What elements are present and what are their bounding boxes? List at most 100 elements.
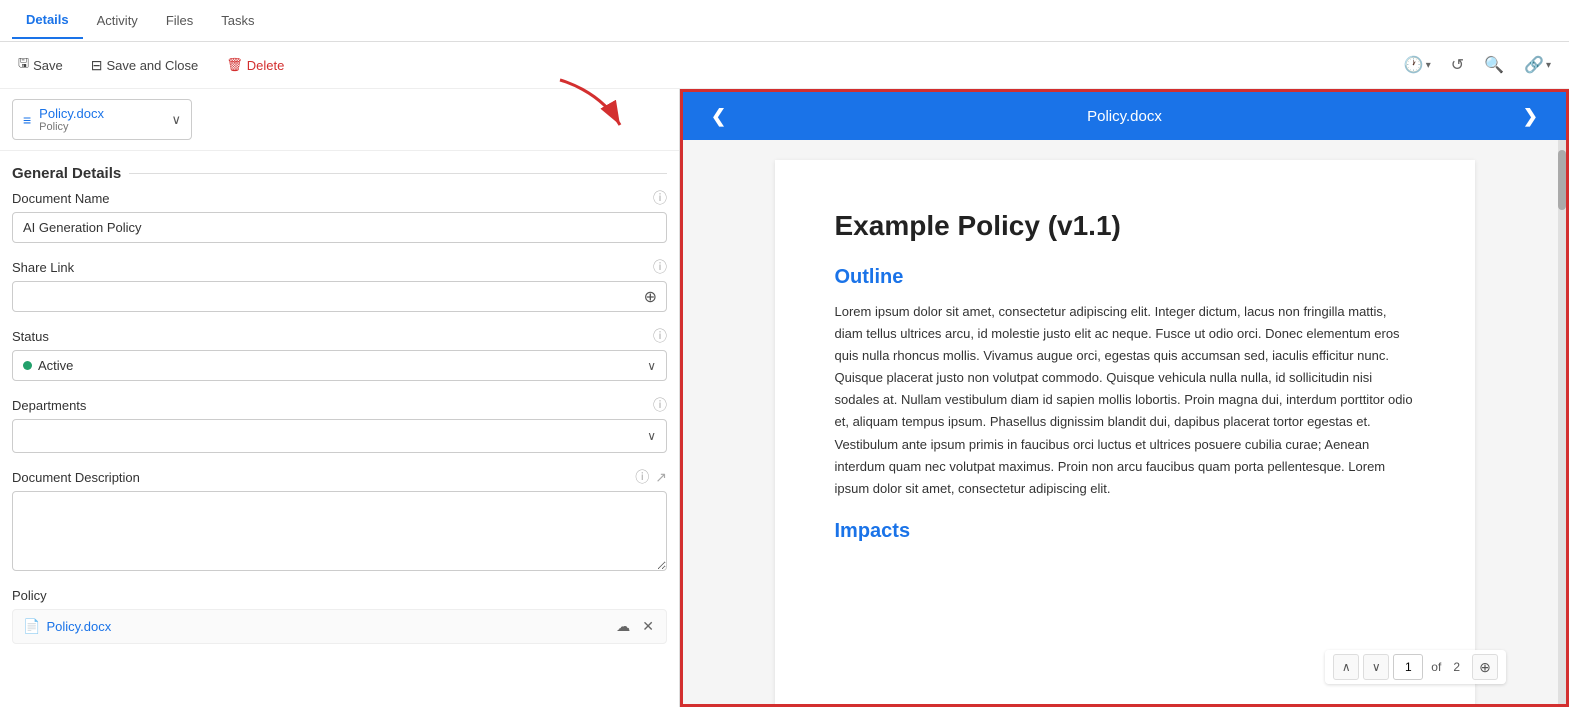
page-total-label: 2 — [1449, 660, 1464, 674]
status-field-group: Status ⓘ Active ∨ — [12, 326, 667, 381]
policy-remove-icon[interactable]: ✕ — [640, 616, 656, 637]
top-tabs: Details Activity Files Tasks — [0, 0, 1569, 42]
doc-outline-heading: Outline — [835, 266, 1415, 289]
save-button[interactable]: 🖫 Save — [12, 50, 69, 80]
link-chevron: ▾ — [1546, 60, 1551, 71]
history-chevron: ▾ — [1426, 60, 1431, 71]
document-name-info-icon[interactable]: ⓘ — [653, 188, 667, 208]
share-link-input[interactable] — [12, 281, 667, 312]
toolbar: 🖫 Save ⊟ Save and Close 🗑 Delete 🕐 ▾ ↺ 🔍… — [0, 42, 1569, 89]
departments-info-icon[interactable]: ⓘ — [653, 395, 667, 415]
policy-file-icon: 📄 — [23, 618, 40, 635]
doc-selector-title: Policy.docx — [39, 106, 163, 121]
status-chevron-icon: ∨ — [647, 359, 656, 373]
doc-page: Example Policy (v1.1) Outline Lorem ipsu… — [775, 160, 1475, 704]
departments-chevron-icon: ∨ — [647, 429, 656, 443]
policy-header: Policy — [12, 588, 667, 603]
save-and-close-label: Save and Close — [106, 58, 198, 73]
departments-label-row: Departments ⓘ — [12, 395, 667, 415]
doc-viewer-header: ❮ Policy.docx ❯ — [683, 92, 1566, 140]
doc-next-button[interactable]: ❯ — [1515, 102, 1546, 131]
document-name-label: Document Name — [12, 191, 110, 206]
history-icon: 🕐 — [1404, 55, 1424, 75]
status-label-row: Status ⓘ — [12, 326, 667, 346]
document-description-expand-icon[interactable]: ↗ — [655, 469, 667, 486]
document-description-info-icon[interactable]: ⓘ — [635, 467, 649, 487]
document-description-label-row: Document Description ⓘ ↗ — [12, 467, 667, 487]
status-text-label: Active — [38, 358, 73, 373]
share-link-info-icon[interactable]: ⓘ — [653, 257, 667, 277]
general-details-section-title: General Details — [0, 151, 679, 188]
page-up-button[interactable]: ∧ — [1333, 654, 1359, 680]
main-layout: ≡ Policy.docx Policy ∨ General Details D… — [0, 89, 1569, 707]
doc-viewer-panel: ❮ Policy.docx ❯ Example Policy (v1.1) Ou… — [680, 89, 1569, 707]
document-name-field-group: Document Name ⓘ — [12, 188, 667, 243]
policy-file-actions: ☁ ✕ — [614, 616, 656, 637]
form-section: Document Name ⓘ Share Link ⓘ ⊕ S — [0, 188, 679, 574]
doc-page-title: Example Policy (v1.1) — [835, 210, 1415, 242]
share-link-wrap: ⊕ — [12, 281, 667, 312]
save-close-icon: ⊟ — [91, 57, 103, 74]
tab-activity[interactable]: Activity — [83, 3, 152, 38]
search-icon: 🔍 — [1484, 55, 1504, 75]
share-link-field-group: Share Link ⓘ ⊕ — [12, 257, 667, 312]
refresh-button[interactable]: ↺ — [1445, 51, 1470, 79]
policy-file-left: 📄 Policy.docx — [23, 618, 111, 635]
link-button[interactable]: 🔗 ▾ — [1518, 51, 1557, 79]
link-icon: 🔗 — [1524, 55, 1544, 75]
status-info-icon[interactable]: ⓘ — [653, 326, 667, 346]
doc-outline-text: Lorem ipsum dolor sit amet, consectetur … — [835, 301, 1415, 500]
doc-selector-subtitle: Policy — [39, 121, 163, 133]
policy-upload-icon[interactable]: ☁ — [614, 616, 632, 637]
globe-icon[interactable]: ⊕ — [644, 287, 657, 307]
doc-selector-box[interactable]: ≡ Policy.docx Policy ∨ — [12, 99, 192, 140]
doc-viewer-title: Policy.docx — [1087, 108, 1162, 125]
doc-selector: ≡ Policy.docx Policy ∨ — [0, 89, 679, 151]
share-link-label: Share Link — [12, 260, 74, 275]
doc-content-area: Example Policy (v1.1) Outline Lorem ipsu… — [683, 140, 1566, 704]
zoom-button[interactable]: ⊕ — [1472, 654, 1498, 680]
status-value: Active — [23, 358, 73, 373]
doc-selector-file-icon: ≡ — [23, 112, 31, 128]
doc-prev-button[interactable]: ❮ — [703, 102, 734, 131]
delete-button[interactable]: 🗑 Delete — [220, 53, 290, 77]
policy-section: Policy 📄 Policy.docx ☁ ✕ — [0, 588, 679, 644]
document-description-field-group: Document Description ⓘ ↗ — [12, 467, 667, 574]
status-label: Status — [12, 329, 49, 344]
doc-pagination: ∧ ∨ of 2 ⊕ — [1325, 650, 1506, 684]
history-button[interactable]: 🕐 ▾ — [1398, 51, 1437, 79]
departments-field-group: Departments ⓘ ∨ — [12, 395, 667, 453]
status-dot-icon — [23, 361, 32, 370]
page-number-input[interactable] — [1393, 654, 1423, 680]
document-description-icons: ⓘ ↗ — [635, 467, 667, 487]
save-label: Save — [33, 58, 63, 73]
policy-file-row: 📄 Policy.docx ☁ ✕ — [12, 609, 667, 644]
status-dropdown[interactable]: Active ∨ — [12, 350, 667, 381]
tab-files[interactable]: Files — [152, 3, 207, 38]
save-icon: 🖫 — [18, 54, 29, 76]
share-link-label-row: Share Link ⓘ — [12, 257, 667, 277]
delete-label: Delete — [247, 58, 285, 73]
left-panel: ≡ Policy.docx Policy ∨ General Details D… — [0, 89, 680, 707]
doc-impacts-heading: Impacts — [835, 520, 1415, 543]
policy-label: Policy — [12, 588, 47, 603]
search-button[interactable]: 🔍 — [1478, 51, 1510, 79]
toolbar-right-actions: 🕐 ▾ ↺ 🔍 🔗 ▾ — [1398, 51, 1557, 79]
document-name-input[interactable] — [12, 212, 667, 243]
document-name-label-row: Document Name ⓘ — [12, 188, 667, 208]
tab-details[interactable]: Details — [12, 2, 83, 39]
departments-dropdown[interactable]: ∨ — [12, 419, 667, 453]
doc-scrollbar[interactable] — [1558, 140, 1566, 704]
page-down-button[interactable]: ∨ — [1363, 654, 1389, 680]
tab-tasks[interactable]: Tasks — [207, 3, 268, 38]
document-description-label: Document Description — [12, 470, 140, 485]
delete-icon: 🗑 — [226, 57, 243, 73]
doc-selector-text: Policy.docx Policy — [39, 106, 163, 133]
save-and-close-button[interactable]: ⊟ Save and Close — [85, 53, 205, 78]
refresh-icon: ↺ — [1451, 55, 1464, 75]
document-description-textarea[interactable] — [12, 491, 667, 571]
doc-selector-chevron-icon: ∨ — [171, 112, 181, 128]
page-of-label: of — [1427, 660, 1445, 674]
policy-file-link[interactable]: Policy.docx — [46, 619, 111, 634]
doc-scrollbar-thumb[interactable] — [1558, 150, 1566, 210]
